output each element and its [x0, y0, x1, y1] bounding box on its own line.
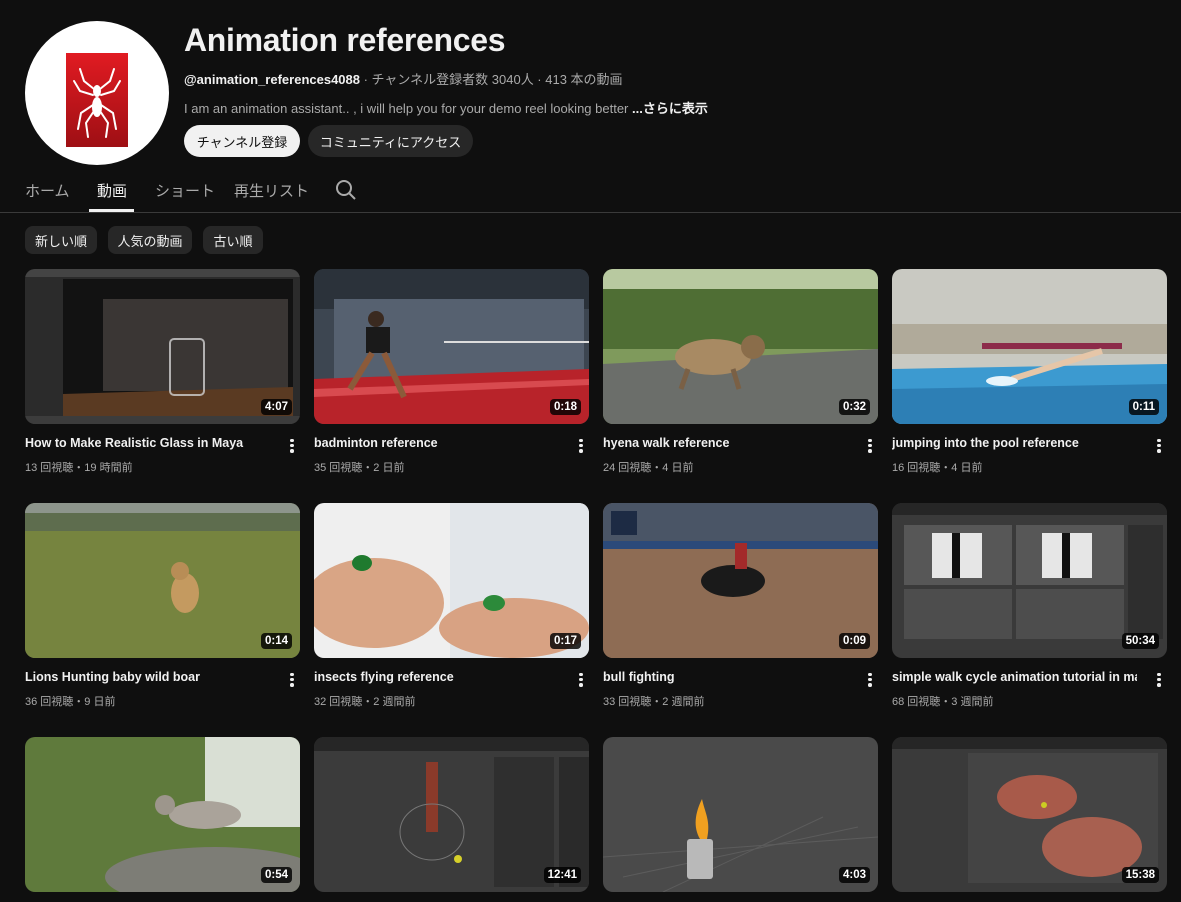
- video-duration: 0:18: [549, 399, 581, 415]
- video-thumbnail[interactable]: 12:41: [314, 737, 589, 892]
- channel-stats: · チャンネル登録者数 3040人 · 413 本の動画: [360, 72, 623, 87]
- video-duration: 0:54: [260, 867, 292, 883]
- video-title[interactable]: hyena walk reference: [603, 436, 848, 450]
- video-thumbnail[interactable]: 50:34: [892, 503, 1167, 658]
- video-duration: 0:14: [260, 633, 292, 649]
- more-options-icon[interactable]: [865, 671, 875, 689]
- show-more-link[interactable]: ...さらに表示: [632, 101, 708, 116]
- more-options-icon[interactable]: [287, 437, 297, 455]
- more-options-icon[interactable]: [1154, 671, 1164, 689]
- video-duration: 0:32: [838, 399, 870, 415]
- video-title[interactable]: badminton reference: [314, 436, 559, 450]
- video-duration: 4:03: [838, 867, 870, 883]
- video-meta: 16 回視聴・4 日前: [892, 462, 983, 474]
- video-title[interactable]: Lions Hunting baby wild boar: [25, 670, 270, 684]
- video-meta: 68 回視聴・3 週間前: [892, 696, 994, 708]
- channel-avatar[interactable]: [25, 21, 169, 165]
- channel-meta: @animation_references4088 · チャンネル登録者数 30…: [184, 69, 623, 88]
- filter-newest[interactable]: 新しい順: [25, 226, 97, 254]
- video-thumbnail[interactable]: 0:09: [603, 503, 878, 658]
- tab-home[interactable]: ホーム: [25, 180, 70, 201]
- description-text: I am an animation assistant.. , i will h…: [184, 101, 632, 116]
- more-options-icon[interactable]: [865, 437, 875, 455]
- community-button[interactable]: コミュニティにアクセス: [308, 125, 473, 157]
- spider-logo-icon: [66, 53, 128, 147]
- filter-popular[interactable]: 人気の動画: [108, 226, 192, 254]
- video-thumbnail[interactable]: 0:54: [25, 737, 300, 892]
- video-thumbnail[interactable]: 0:32: [603, 269, 878, 424]
- video-meta: 32 回視聴・2 週間前: [314, 696, 416, 708]
- video-title[interactable]: How to Make Realistic Glass in Maya: [25, 436, 270, 450]
- video-thumbnail[interactable]: 0:18: [314, 269, 589, 424]
- filter-oldest[interactable]: 古い順: [203, 226, 263, 254]
- video-title[interactable]: simple walk cycle animation tutorial in …: [892, 670, 1137, 684]
- video-thumbnail[interactable]: 0:17: [314, 503, 589, 658]
- video-duration: 12:41: [543, 867, 581, 883]
- video-title[interactable]: insects flying reference: [314, 670, 559, 684]
- video-thumbnail[interactable]: 0:11: [892, 269, 1167, 424]
- video-duration: 4:07: [260, 399, 292, 415]
- active-tab-indicator: [89, 209, 134, 212]
- more-options-icon[interactable]: [287, 671, 297, 689]
- video-duration: 50:34: [1121, 633, 1159, 649]
- more-options-icon[interactable]: [576, 437, 586, 455]
- video-meta: 33 回視聴・2 週間前: [603, 696, 705, 708]
- search-icon[interactable]: [335, 179, 357, 201]
- video-thumbnail[interactable]: 4:03: [603, 737, 878, 892]
- more-options-icon[interactable]: [576, 671, 586, 689]
- video-title[interactable]: jumping into the pool reference: [892, 436, 1137, 450]
- video-meta: 24 回視聴・4 日前: [603, 462, 694, 474]
- video-duration: 15:38: [1121, 867, 1159, 883]
- tab-playlists[interactable]: 再生リスト: [234, 180, 309, 201]
- channel-description[interactable]: I am an animation assistant.. , i will h…: [184, 98, 708, 117]
- tab-videos[interactable]: 動画: [97, 180, 127, 201]
- channel-tabs: ホーム 動画 ショート 再生リスト: [0, 172, 1181, 213]
- more-options-icon[interactable]: [1154, 437, 1164, 455]
- video-meta: 36 回視聴・9 日前: [25, 696, 116, 708]
- video-meta: 13 回視聴・19 時間前: [25, 462, 133, 474]
- channel-name: Animation references: [184, 22, 506, 58]
- video-meta: 35 回視聴・2 日前: [314, 462, 405, 474]
- video-duration: 0:11: [1128, 399, 1159, 415]
- video-thumbnail[interactable]: 0:14: [25, 503, 300, 658]
- video-duration: 0:09: [838, 633, 870, 649]
- video-thumbnail[interactable]: 15:38: [892, 737, 1167, 892]
- video-thumbnail[interactable]: 4:07: [25, 269, 300, 424]
- video-title[interactable]: bull fighting: [603, 670, 848, 684]
- tab-shorts[interactable]: ショート: [155, 180, 215, 201]
- video-duration: 0:17: [549, 633, 581, 649]
- channel-handle: @animation_references4088: [184, 72, 360, 87]
- subscribe-button[interactable]: チャンネル登録: [184, 125, 300, 157]
